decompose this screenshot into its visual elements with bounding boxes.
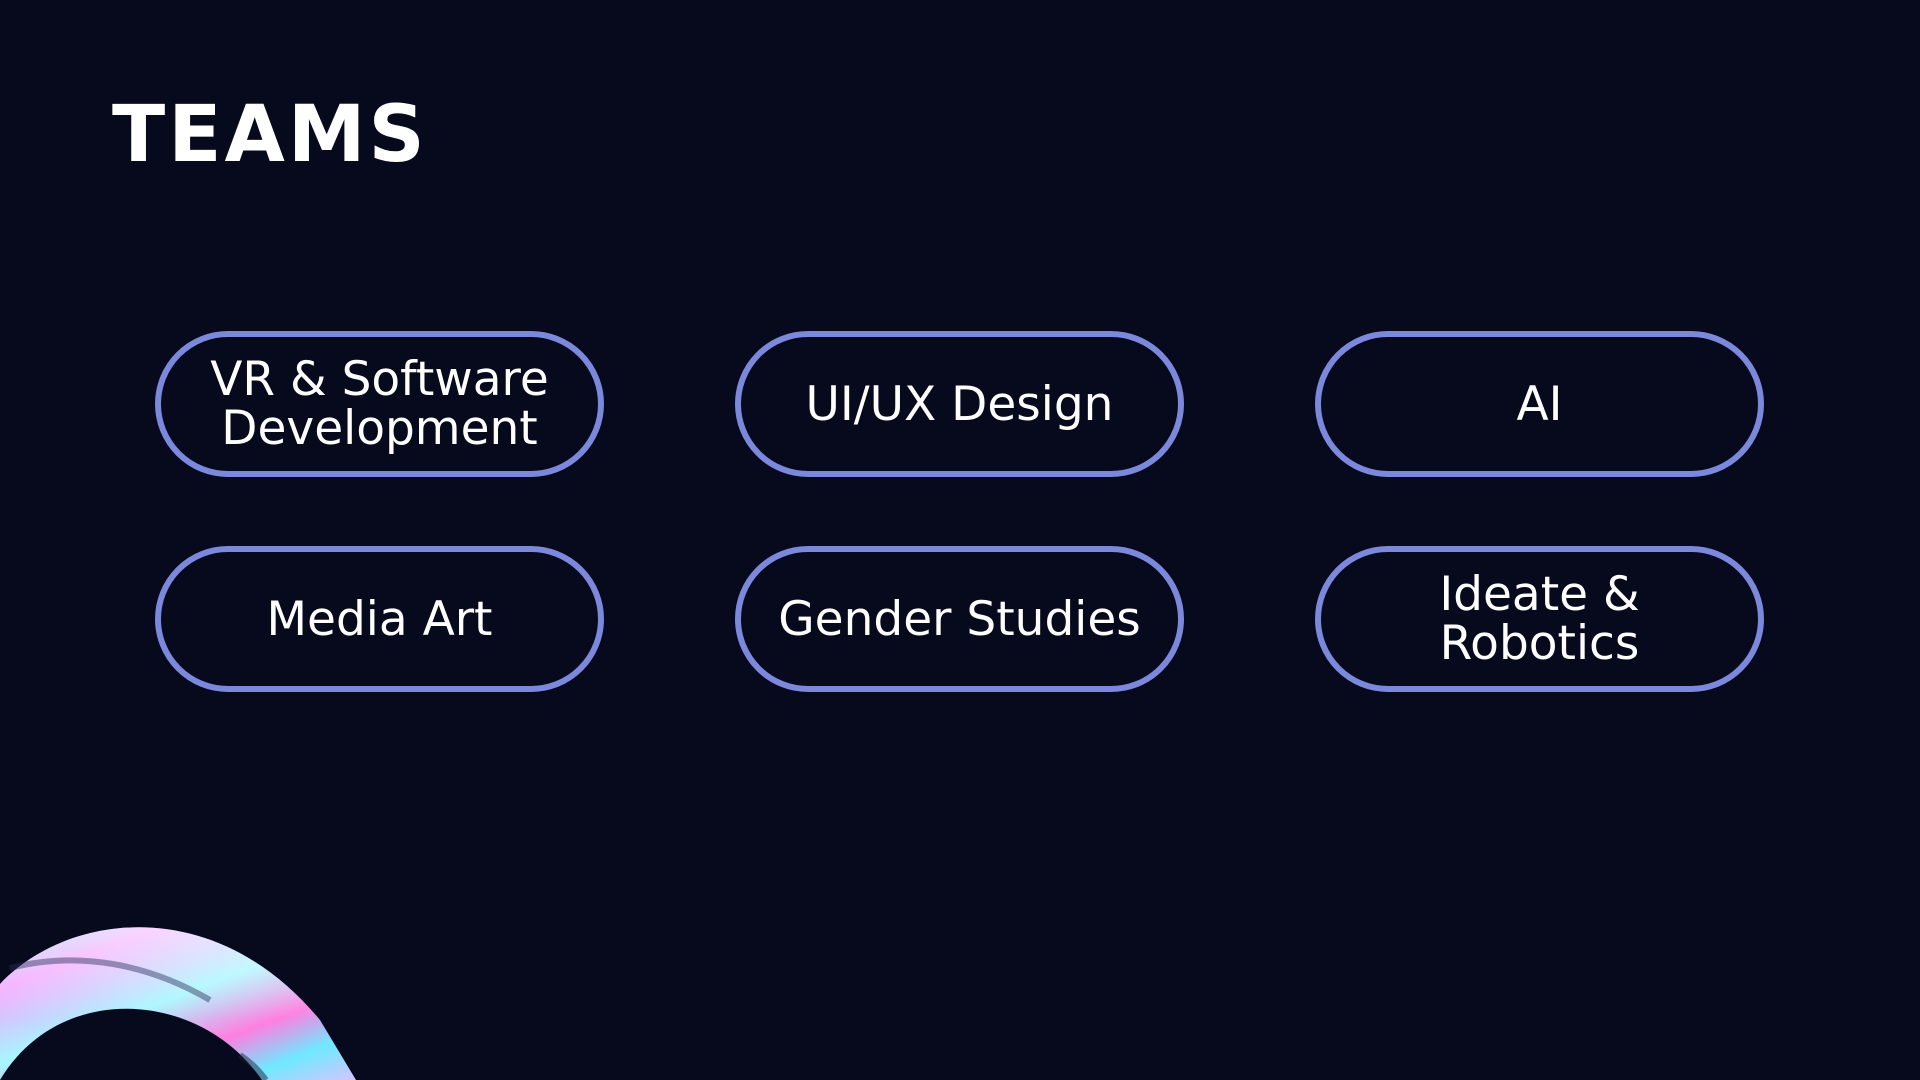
team-label: VR & Software Development bbox=[210, 352, 549, 456]
iridescent-ring-decoration bbox=[0, 927, 356, 1080]
team-pill-vr-software[interactable]: VR & Software Development bbox=[155, 331, 604, 477]
team-label: Ideate & Robotics bbox=[1439, 567, 1640, 671]
team-pill-ai[interactable]: AI bbox=[1315, 331, 1764, 477]
team-pill-gender-studies[interactable]: Gender Studies bbox=[735, 546, 1184, 692]
page-title: TEAMS bbox=[112, 90, 428, 180]
team-pill-ui-ux[interactable]: UI/UX Design bbox=[735, 331, 1184, 477]
team-label: Media Art bbox=[266, 591, 493, 647]
team-label: UI/UX Design bbox=[805, 376, 1114, 432]
slide: TEAMS VR & Software Development UI/UX De… bbox=[0, 0, 1920, 1080]
team-label: AI bbox=[1516, 376, 1563, 432]
team-pill-media-art[interactable]: Media Art bbox=[155, 546, 604, 692]
teams-grid: VR & Software Development UI/UX Design A… bbox=[155, 331, 1764, 692]
team-pill-ideate-robotics[interactable]: Ideate & Robotics bbox=[1315, 546, 1764, 692]
team-label: Gender Studies bbox=[778, 591, 1141, 647]
